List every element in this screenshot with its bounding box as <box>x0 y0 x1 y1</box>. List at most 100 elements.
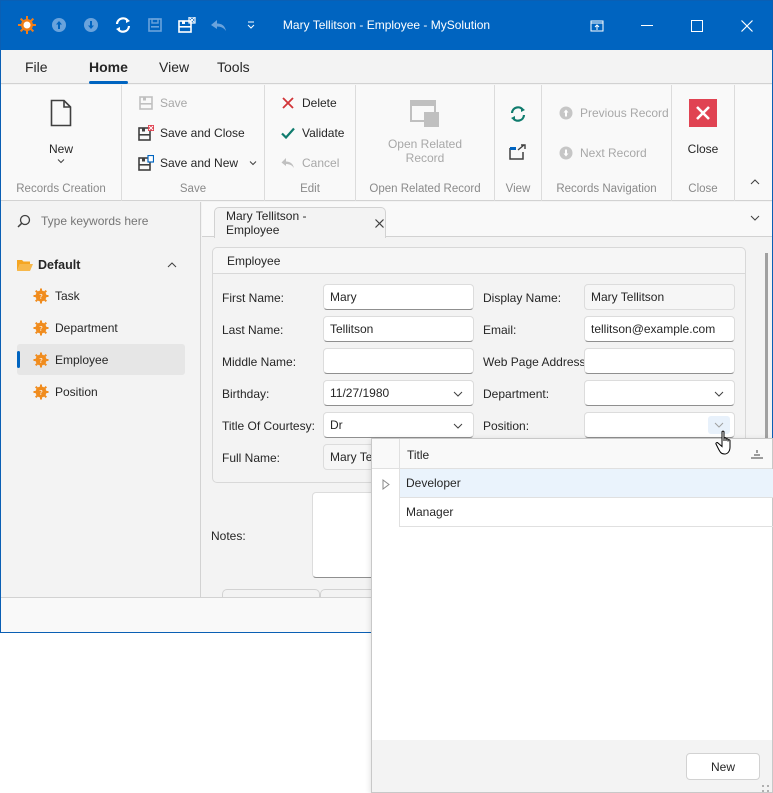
tab-home[interactable]: Home <box>89 59 128 84</box>
document-tab[interactable]: Mary Tellitson - Employee <box>214 207 386 238</box>
title-bar: Mary Tellitson - Employee - MySolution <box>1 1 772 50</box>
save-and-close-button[interactable]: Save and Close <box>138 123 245 143</box>
column-chooser-icon[interactable] <box>750 448 764 460</box>
title-of-courtesy-field[interactable]: Dr <box>323 412 474 438</box>
grid-row[interactable]: Manager <box>400 498 773 527</box>
column-header-title[interactable]: Title <box>407 448 429 462</box>
next-record-button[interactable]: Next Record <box>558 143 647 163</box>
notes-label: Notes: <box>211 529 246 543</box>
svg-text:?: ? <box>39 389 43 397</box>
grid-row[interactable]: Developer <box>400 469 773 498</box>
svg-text:?: ? <box>39 325 43 333</box>
previous-record-icon[interactable] <box>47 13 71 37</box>
save-label: Save <box>160 96 188 110</box>
birthday-dropdown-button[interactable] <box>450 386 466 402</box>
display-name-field[interactable]: Mary Tellitson <box>584 284 735 310</box>
vertical-scrollbar[interactable] <box>765 253 768 441</box>
grid-header: Title <box>372 439 772 469</box>
last-name-field[interactable]: Tellitson <box>323 316 474 342</box>
validate-label: Validate <box>302 126 345 140</box>
email-value: tellitson@example.com <box>591 322 716 336</box>
row-title: Developer <box>406 476 461 490</box>
chevron-down-icon <box>453 423 463 429</box>
refresh-icon[interactable] <box>111 13 135 37</box>
window-controls <box>572 1 772 50</box>
nav-item-task[interactable]: ? Task <box>17 280 185 311</box>
nav-search-input[interactable] <box>41 214 191 228</box>
cancel-label: Cancel <box>302 156 340 170</box>
previous-record-icon <box>558 105 574 121</box>
tab-view-label: View <box>159 59 190 75</box>
search-icon <box>17 214 31 228</box>
nav-item-label: Position <box>55 384 98 399</box>
nav-item-department[interactable]: ? Department <box>17 312 185 343</box>
ribbon-group-open-related-record: Open Related Record Open Related Record <box>356 85 495 201</box>
department-field[interactable] <box>584 380 735 406</box>
restore-panel-icon[interactable] <box>572 1 622 50</box>
chevron-down-icon[interactable] <box>249 160 257 166</box>
nav-item-position[interactable]: ? Position <box>17 376 185 407</box>
title-of-courtesy-dropdown-button[interactable] <box>450 418 466 434</box>
minimize-icon[interactable] <box>622 1 672 50</box>
display-name-value: Mary Tellitson <box>591 290 665 304</box>
save-and-close-icon[interactable] <box>175 13 199 37</box>
ribbon-group-view: View <box>495 85 542 201</box>
close-view-button[interactable]: Close <box>684 99 722 156</box>
undo-icon[interactable] <box>207 13 231 37</box>
last-name-value: Tellitson <box>330 322 374 336</box>
close-tab-icon[interactable] <box>374 217 386 229</box>
close-icon[interactable] <box>722 1 772 50</box>
chevron-up-icon[interactable] <box>167 262 177 268</box>
title-of-courtesy-label: Title Of Courtesy: <box>222 419 315 433</box>
department-dropdown-button[interactable] <box>711 386 727 402</box>
validate-button[interactable]: Validate <box>280 123 344 143</box>
new-button[interactable]: New <box>686 753 760 780</box>
department-label: Department: <box>483 387 550 401</box>
nav-search <box>17 214 191 228</box>
collapse-ribbon-button[interactable] <box>750 174 760 188</box>
open-related-record-button[interactable]: Open Related Record <box>380 100 470 165</box>
tab-tools[interactable]: Tools <box>217 59 250 75</box>
email-label: Email: <box>483 323 517 337</box>
tab-view[interactable]: View <box>159 59 189 75</box>
quick-access-toolbar <box>15 13 271 37</box>
show-in-popup-button[interactable] <box>509 144 527 163</box>
email-field[interactable]: tellitson@example.com <box>584 316 735 342</box>
delete-icon <box>280 95 296 111</box>
delete-label: Delete <box>302 96 337 110</box>
tabs-dropdown-button[interactable] <box>750 210 766 226</box>
position-field[interactable] <box>584 412 735 438</box>
first-name-field[interactable]: Mary <box>323 284 474 310</box>
refresh-icon <box>510 106 526 122</box>
previous-record-button[interactable]: Previous Record <box>558 103 669 123</box>
tab-file[interactable]: File <box>25 59 48 75</box>
middle-name-field[interactable] <box>323 348 474 374</box>
refresh-button[interactable] <box>509 105 527 126</box>
ribbon-group-records-creation: New Records Creation <box>1 85 122 201</box>
position-lookup-popup: Title Developer Manager New <box>371 438 773 793</box>
customize-quick-access-icon[interactable] <box>239 13 263 37</box>
ribbon: New Records Creation Save Save and Close… <box>1 85 772 201</box>
next-record-icon[interactable] <box>79 13 103 37</box>
save-and-close-label: Save and Close <box>160 126 245 140</box>
tab-file-label: File <box>25 59 48 75</box>
nav-group-default[interactable]: Default <box>17 254 185 276</box>
resize-grip-icon[interactable] <box>762 782 770 792</box>
group-label: View <box>505 183 531 195</box>
chevron-down-icon <box>57 159 65 164</box>
row-title: Manager <box>406 505 454 519</box>
save-and-new-button[interactable]: Save and New <box>138 153 257 173</box>
birthday-field[interactable]: 11/27/1980 <box>323 380 474 406</box>
web-page-address-field[interactable] <box>584 348 735 374</box>
position-label: Position: <box>483 419 530 433</box>
save-button[interactable]: Save <box>138 93 187 113</box>
nav-item-employee[interactable]: ? Employee <box>17 344 185 375</box>
delete-button[interactable]: Delete <box>280 93 337 113</box>
maximize-icon[interactable] <box>672 1 722 50</box>
new-button[interactable]: New <box>37 99 85 164</box>
previous-record-label: Previous Record <box>580 106 669 120</box>
save-icon[interactable] <box>143 13 167 37</box>
app-logo-icon[interactable] <box>15 13 39 37</box>
cancel-button[interactable]: Cancel <box>280 153 339 173</box>
chevron-down-icon <box>750 215 760 221</box>
